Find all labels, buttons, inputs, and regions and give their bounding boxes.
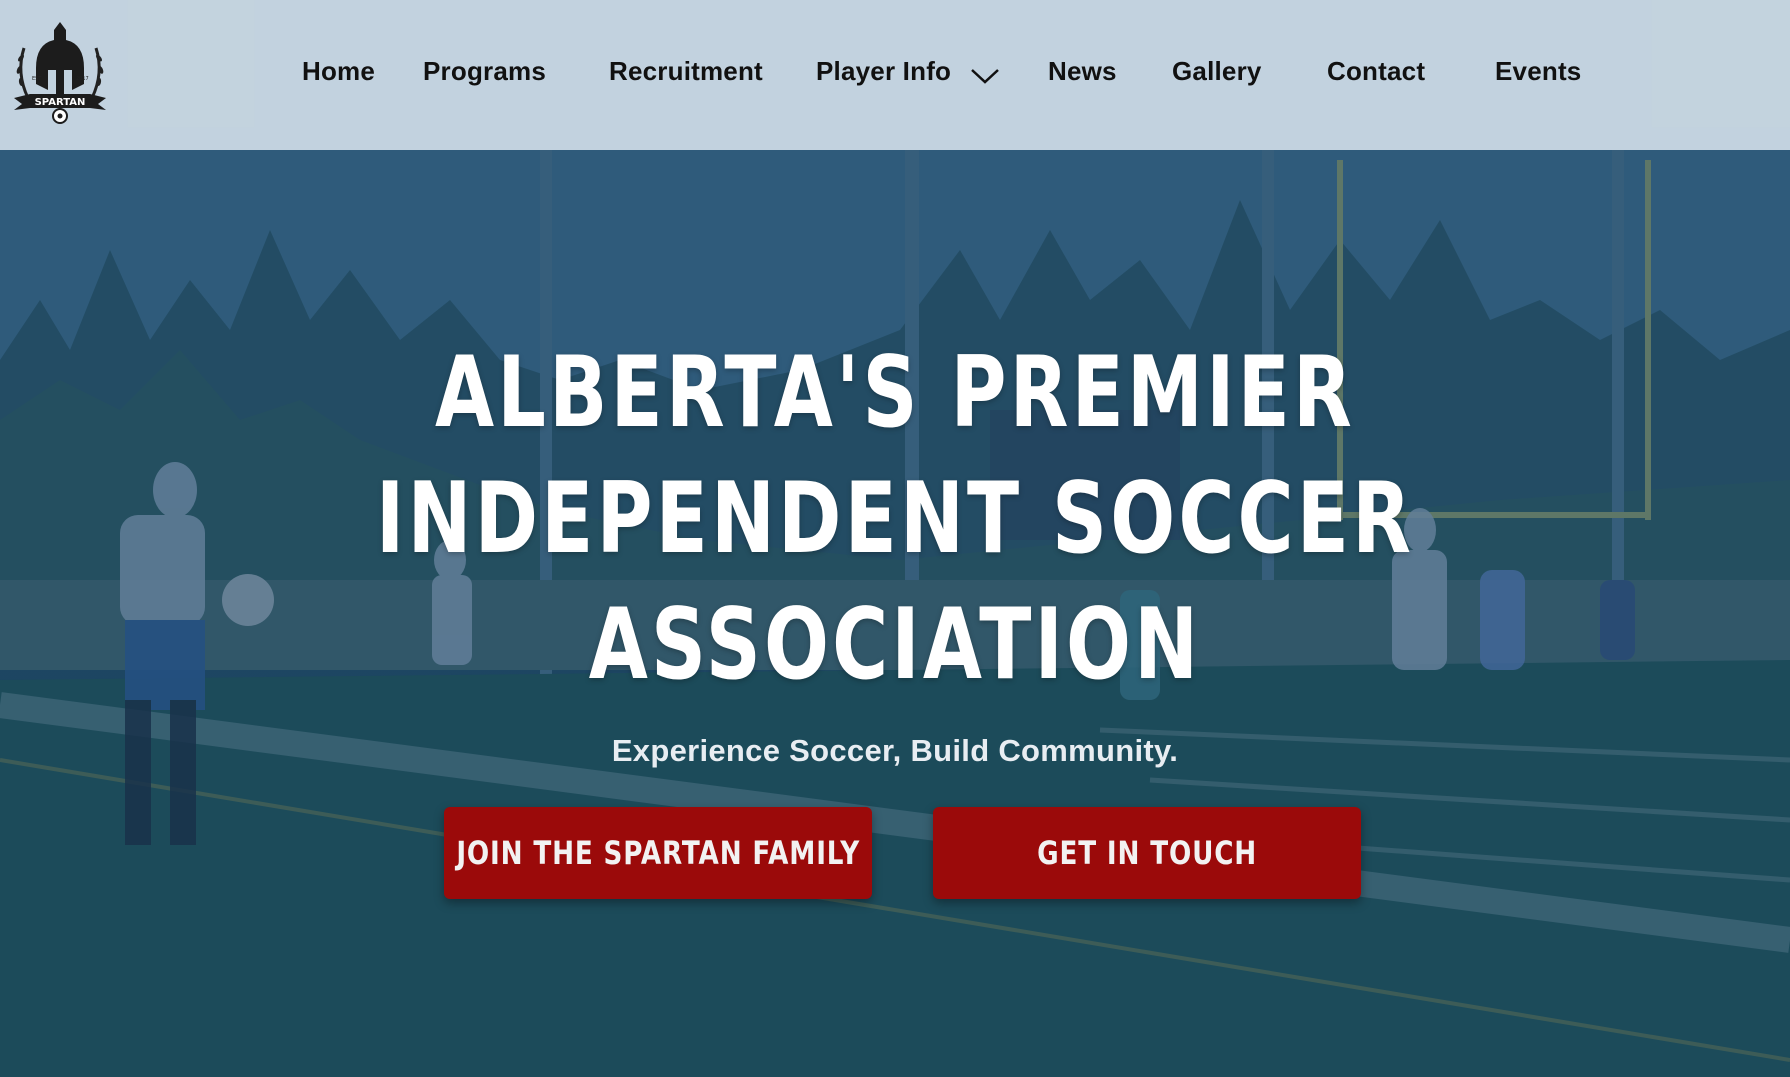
get-in-touch-label: GET IN TOUCH [1037,834,1257,872]
logo-est-text: EST [32,76,42,82]
hero-tagline: Experience Soccer, Build Community. [611,733,1179,768]
headline-line-1: ALBERTA'S PREMIER [435,336,1355,450]
join-spartan-family-button[interactable]: JOIN THE SPARTAN FAMILY [444,807,872,899]
headline-line-3: ASSOCIATION [588,588,1202,702]
join-button-label: JOIN THE SPARTAN FAMILY [456,834,860,872]
get-in-touch-button[interactable]: GET IN TOUCH [933,807,1361,899]
nav-player-info[interactable]: Player Info [816,56,951,87]
nav-gallery[interactable]: Gallery [1172,56,1262,87]
chevron-down-icon[interactable] [970,66,1000,86]
nav-news[interactable]: News [1048,56,1117,87]
hero-headline: ALBERTA'S PREMIER INDEPENDENT SOCCER ASS… [197,330,1593,708]
nav-recruitment[interactable]: Recruitment [609,56,763,87]
logo-wordmark: SPARTAN [35,97,86,108]
nav-events[interactable]: Events [1495,56,1581,87]
nav-home[interactable]: Home [302,56,375,87]
top-navigation-bar: SPARTAN EST 2017 Home Programs Recruitme… [0,0,1790,150]
spartan-helmet-icon: SPARTAN EST 2017 [14,22,106,124]
nav-programs[interactable]: Programs [423,56,546,87]
nav-contact[interactable]: Contact [1327,56,1425,87]
headline-line-2: INDEPENDENT SOCCER [375,462,1415,576]
spartan-logo[interactable]: SPARTAN EST 2017 [10,18,110,124]
logo-year-text: 2017 [76,76,89,82]
